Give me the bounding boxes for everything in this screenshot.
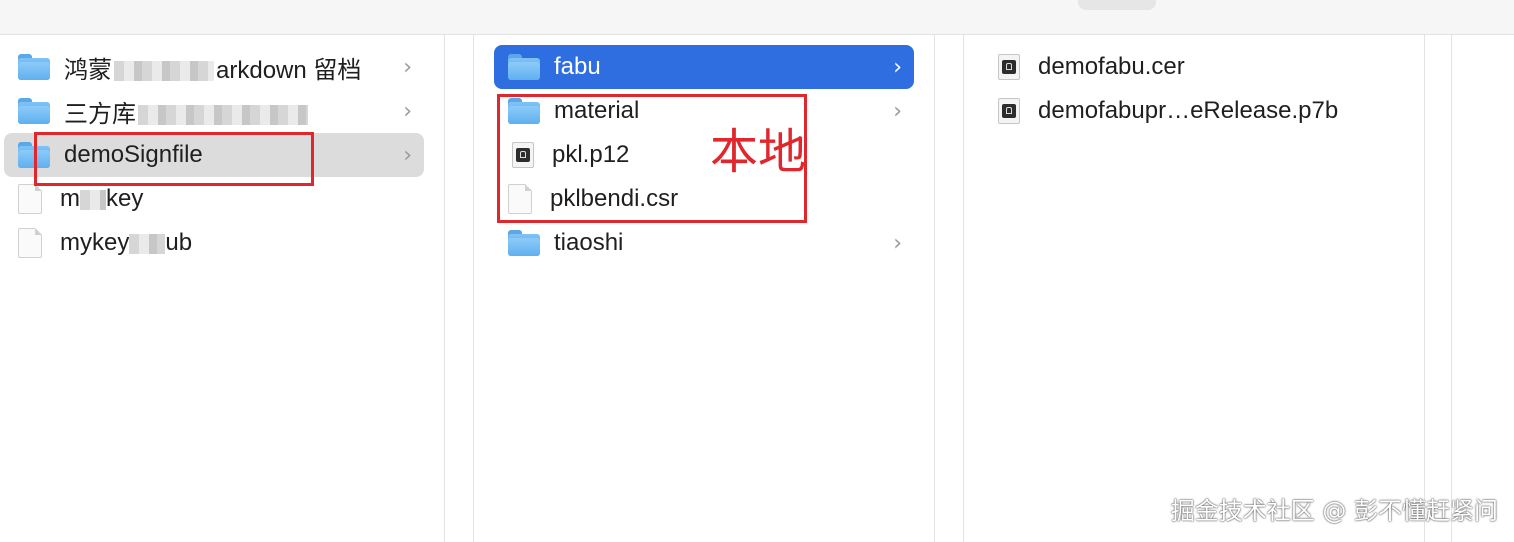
chevron-right-icon: ›	[403, 99, 412, 124]
chevron-right-icon: ›	[403, 143, 412, 168]
document-icon	[18, 184, 42, 214]
finder-column-1[interactable]: 鸿蒙 arkdown 留档 › 三方库 › demoSignfile › m key…	[0, 35, 445, 542]
column-divider[interactable]	[935, 35, 964, 542]
redacted-blur	[129, 233, 166, 254]
watermark: 掘金技术社区 @ 彭不懂赶紧问	[1170, 497, 1498, 525]
list-item-file-mykey-pub[interactable]: mykey ub	[0, 221, 420, 265]
certificate-icon	[998, 98, 1020, 124]
chevron-right-icon: ›	[403, 55, 412, 80]
document-icon	[18, 228, 42, 258]
column-divider[interactable]	[1425, 35, 1452, 542]
annotation-label: 本地	[710, 124, 807, 180]
list-item-folder-hongmeng[interactable]: 鸿蒙 arkdown 留档 ›	[4, 45, 424, 89]
item-label: fabu	[554, 53, 601, 80]
chevron-right-icon: ›	[893, 99, 902, 124]
column-divider[interactable]	[445, 35, 474, 542]
chevron-right-icon: ›	[893, 55, 902, 80]
annotation-box-demosignfile	[34, 132, 314, 186]
folder-icon	[508, 54, 540, 80]
finder-column-4[interactable]	[1452, 35, 1514, 542]
redacted-blur	[114, 61, 214, 82]
list-item-folder-tiaoshi[interactable]: tiaoshi ›	[494, 221, 914, 265]
chevron-right-icon: ›	[893, 231, 902, 256]
certificate-icon	[998, 54, 1020, 80]
item-label: tiaoshi	[554, 229, 624, 256]
redacted-blur	[138, 105, 308, 126]
toolbar-segment[interactable]	[1078, 0, 1156, 10]
list-item-file-demofabu-cer[interactable]: demofabu.cer	[980, 45, 1400, 89]
finder-column-3[interactable]: demofabu.cer demofabupr…eRelease.p7b	[964, 35, 1425, 542]
item-label: mykey ub	[60, 229, 193, 256]
folder-icon	[18, 54, 50, 80]
redacted-blur	[80, 189, 106, 210]
item-label: demofabu.cer	[1038, 53, 1185, 80]
list-item-folder-sanfang[interactable]: 三方库 ›	[4, 89, 424, 133]
list-item-folder-fabu[interactable]: fabu ›	[494, 45, 914, 89]
window-toolbar	[0, 0, 1514, 35]
item-label: 三方库	[64, 94, 308, 129]
list-item-file-demofabu-p7b[interactable]: demofabupr…eRelease.p7b	[980, 89, 1400, 133]
folder-icon	[18, 98, 50, 124]
item-label: m key	[60, 185, 144, 212]
item-label: 鸿蒙 arkdown 留档	[64, 56, 362, 84]
item-label: demofabupr…eRelease.p7b	[1038, 97, 1339, 124]
folder-icon	[508, 230, 540, 256]
